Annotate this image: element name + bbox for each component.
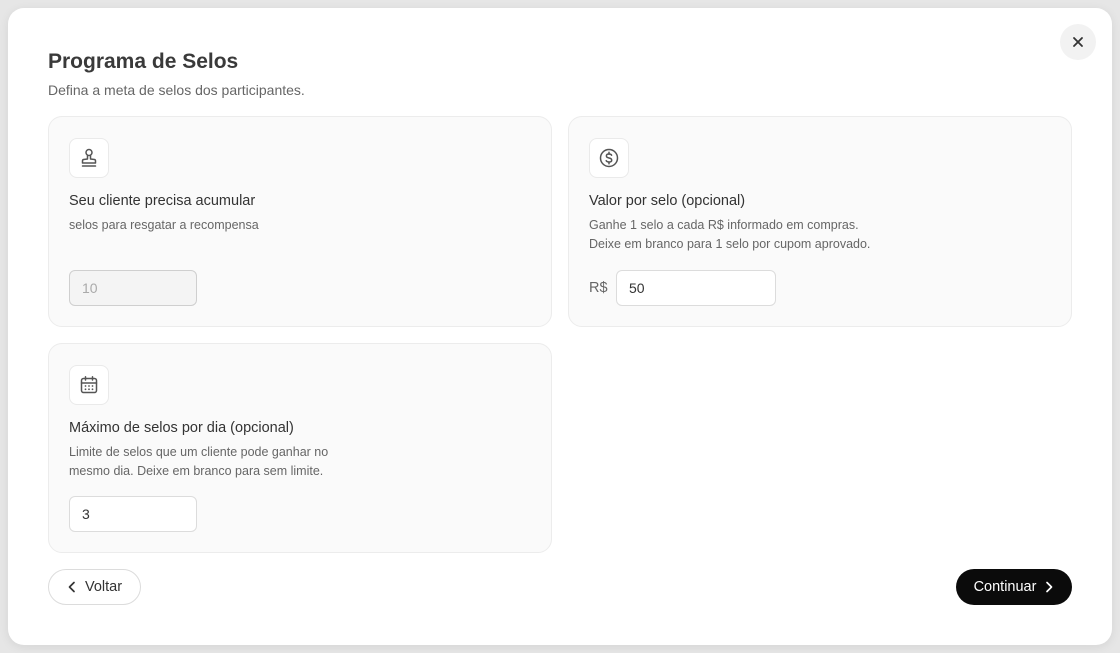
stamp-goal-title: Seu cliente precisa acumular [69, 193, 256, 209]
stamp-icon [81, 148, 97, 167]
continue-button[interactable]: Continuar [956, 569, 1072, 605]
dollar-circle-icon [599, 148, 619, 168]
continue-button-label: Continuar [973, 579, 1037, 595]
value-per-stamp-desc: Ganhe 1 selo a cada R$ informado em comp… [589, 216, 989, 254]
chevron-right-icon [1046, 581, 1053, 593]
stamp-goal-card: Seu cliente precisa acumular selos para … [48, 116, 552, 327]
max-per-day-card: Máximo de selos por dia (opcional) Limit… [48, 343, 552, 553]
value-per-stamp-card: Valor por selo (opcional) Ganhe 1 selo a… [568, 116, 1072, 327]
stamp-program-modal: Programa de Selos Defina a meta de selos… [8, 8, 1112, 645]
value-per-stamp-title: Valor por selo (opcional) [589, 193, 746, 209]
close-icon [1073, 37, 1083, 47]
currency-prefix: R$ [589, 280, 608, 296]
value-per-stamp-desc-line1: Ganhe 1 selo a cada R$ informado em comp… [589, 218, 859, 232]
calendar-icon [80, 376, 98, 394]
dollar-icon-box [589, 138, 629, 178]
max-per-day-title: Máximo de selos por dia (opcional) [69, 420, 294, 436]
value-per-stamp-desc-line2: Deixe em branco para 1 selo por cupom ap… [589, 237, 871, 251]
back-button-label: Voltar [84, 579, 123, 595]
close-button[interactable] [1060, 24, 1096, 60]
chevron-left-icon [68, 581, 75, 593]
value-per-stamp-input[interactable] [616, 270, 776, 306]
stamp-icon-box [69, 138, 109, 178]
modal-subtitle: Defina a meta de selos dos participantes… [48, 82, 305, 98]
stamp-goal-desc: selos para resgatar a recompensa [69, 218, 259, 232]
max-per-day-desc: Limite de selos que um cliente pode ganh… [69, 445, 329, 478]
stamp-goal-input[interactable] [69, 270, 197, 306]
max-per-day-input[interactable] [69, 496, 197, 532]
modal-title: Programa de Selos [48, 50, 239, 73]
back-button[interactable]: Voltar [48, 569, 141, 605]
calendar-icon-box [69, 365, 109, 405]
